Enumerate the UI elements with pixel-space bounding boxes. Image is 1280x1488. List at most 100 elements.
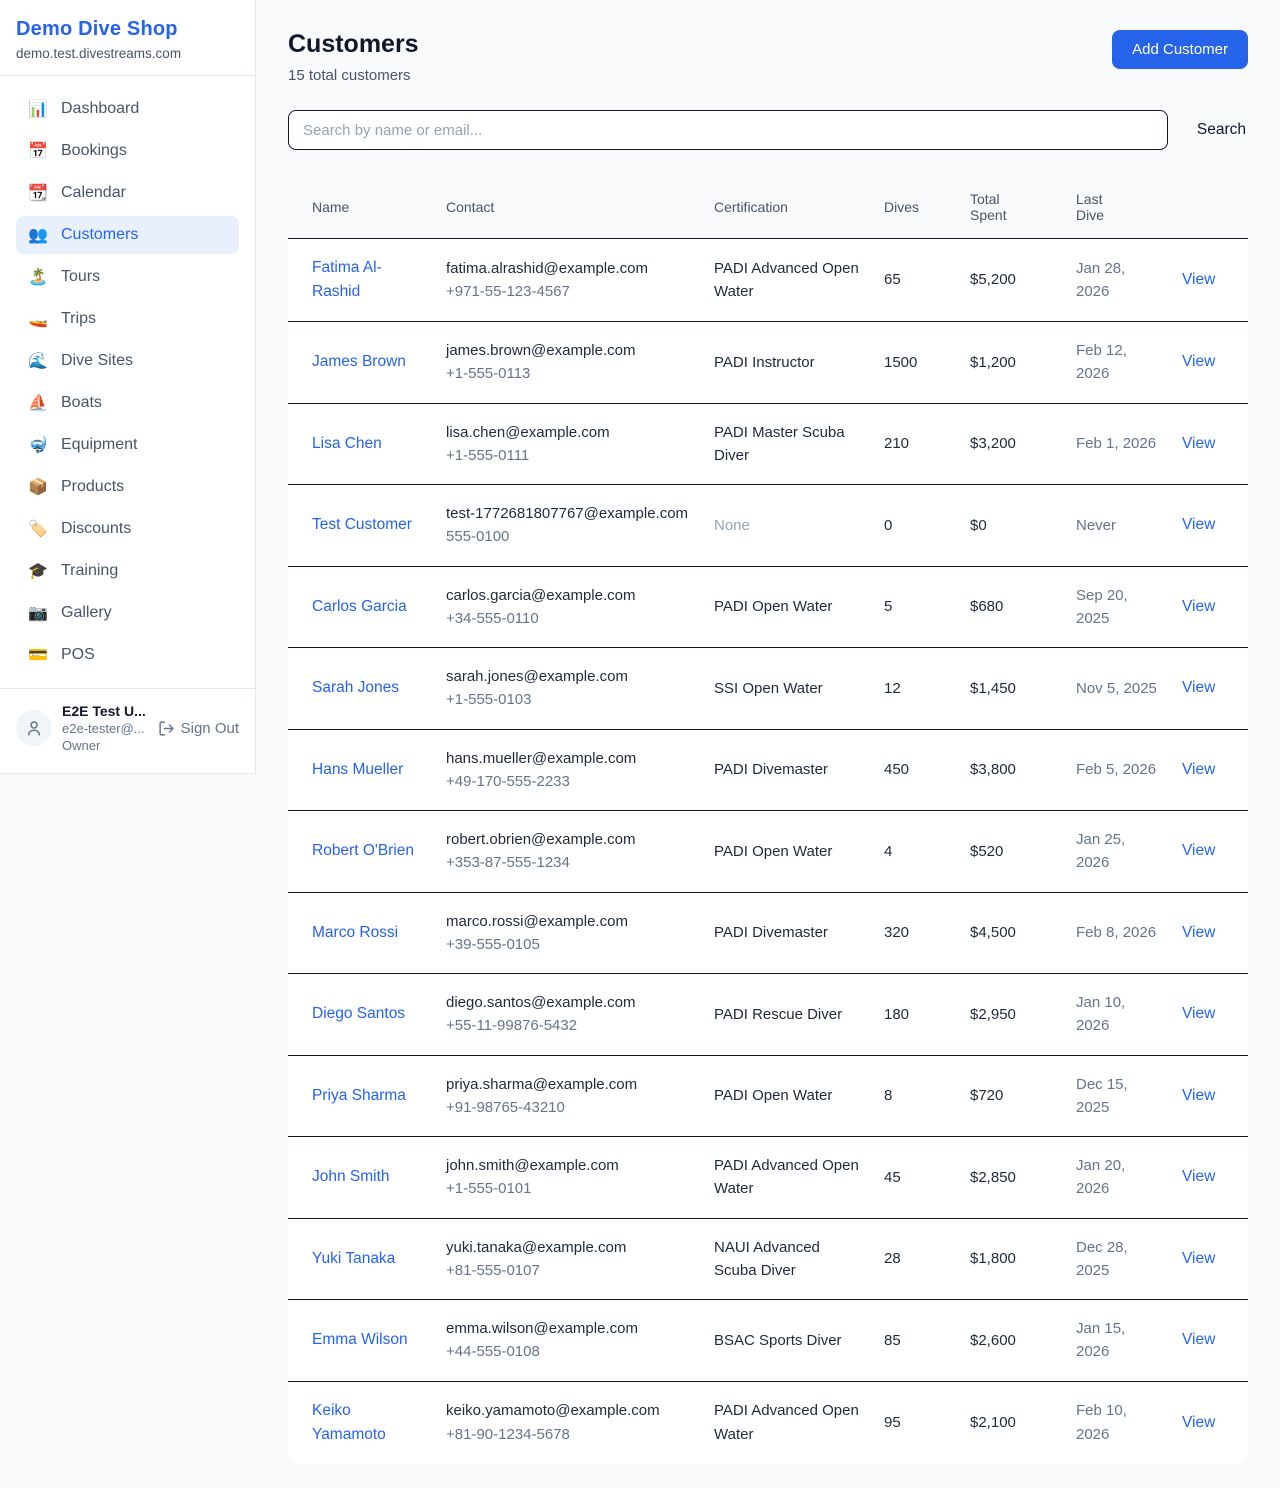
sidebar-item-calendar[interactable]: 📆 Calendar: [16, 174, 239, 212]
sidebar-item-bookings[interactable]: 📅 Bookings: [16, 132, 239, 170]
view-customer-link[interactable]: View: [1182, 516, 1215, 533]
customer-name-link[interactable]: Fatima Al-Rashid: [312, 259, 382, 300]
customer-name-link[interactable]: Yuki Tanaka: [312, 1250, 395, 1267]
customer-email: carlos.garcia@example.com: [446, 584, 690, 607]
sailboat-icon: ⛵: [28, 393, 48, 413]
customer-email: john.smith@example.com: [446, 1154, 690, 1177]
view-customer-link[interactable]: View: [1182, 1168, 1215, 1185]
customer-certification: PADI Instructor: [714, 354, 815, 371]
customer-name-link[interactable]: John Smith: [312, 1168, 390, 1185]
sidebar-item-label: Tours: [61, 268, 100, 286]
view-customer-link[interactable]: View: [1182, 1005, 1215, 1022]
page-title: Customers: [288, 30, 419, 59]
view-customer-link[interactable]: View: [1182, 1087, 1215, 1104]
sidebar-user: E2E Test U... e2e-tester@... Owner Sign …: [0, 688, 255, 773]
sidebar-item-customers[interactable]: 👥 Customers: [16, 216, 239, 254]
search-button[interactable]: Search: [1195, 115, 1248, 145]
view-customer-link[interactable]: View: [1182, 842, 1215, 859]
customer-last-dive: Dec 28, 2025: [1076, 1239, 1128, 1279]
view-customer-link[interactable]: View: [1182, 271, 1215, 288]
tag-icon: 🏷️: [28, 519, 48, 539]
customer-total-spent: $3,200: [970, 435, 1016, 452]
table-row: Lisa Chen lisa.chen@example.com+1-555-01…: [288, 403, 1248, 485]
view-customer-link[interactable]: View: [1182, 1250, 1215, 1267]
sidebar-item-label: Trips: [61, 310, 96, 328]
view-customer-link[interactable]: View: [1182, 1331, 1215, 1348]
customer-name-link[interactable]: James Brown: [312, 353, 406, 370]
customer-total-spent: $1,450: [970, 680, 1016, 697]
view-customer-link[interactable]: View: [1182, 598, 1215, 615]
customer-email: robert.obrien@example.com: [446, 828, 690, 851]
view-customer-link[interactable]: View: [1182, 435, 1215, 452]
customer-last-dive: Jan 20, 2026: [1076, 1157, 1125, 1197]
sidebar-item-label: Calendar: [61, 184, 126, 202]
customer-email: fatima.alrashid@example.com: [446, 257, 690, 280]
customer-phone: +81-555-0107: [446, 1259, 690, 1282]
table-row: Priya Sharma priya.sharma@example.com+91…: [288, 1055, 1248, 1137]
sign-out-button[interactable]: Sign Out: [158, 720, 239, 737]
view-customer-link[interactable]: View: [1182, 761, 1215, 778]
sidebar-item-products[interactable]: 📦 Products: [16, 468, 239, 506]
view-customer-link[interactable]: View: [1182, 679, 1215, 696]
sidebar-item-label: Equipment: [61, 436, 138, 454]
sidebar-item-trips[interactable]: 🚤 Trips: [16, 300, 239, 338]
table-row: John Smith john.smith@example.com+1-555-…: [288, 1137, 1248, 1219]
customer-count: 15 total customers: [288, 67, 419, 84]
sidebar-item-equipment[interactable]: 🤿 Equipment: [16, 426, 239, 464]
sign-out-icon: [158, 720, 175, 737]
customer-phone: +49-170-555-2233: [446, 770, 690, 793]
customer-name-link[interactable]: Sarah Jones: [312, 679, 399, 696]
customer-certification: PADI Divemaster: [714, 924, 828, 941]
sidebar-item-gallery[interactable]: 📷 Gallery: [16, 594, 239, 632]
sidebar-item-dive-sites[interactable]: 🌊 Dive Sites: [16, 342, 239, 380]
customer-name-link[interactable]: Lisa Chen: [312, 435, 382, 452]
customer-email: diego.santos@example.com: [446, 991, 690, 1014]
customer-total-spent: $520: [970, 843, 1003, 860]
view-customer-link[interactable]: View: [1182, 353, 1215, 370]
customer-name-link[interactable]: Hans Mueller: [312, 761, 403, 778]
sidebar-item-training[interactable]: 🎓 Training: [16, 552, 239, 590]
customer-total-spent: $3,800: [970, 761, 1016, 778]
person-icon: [25, 719, 43, 737]
customer-dives: 180: [884, 1006, 909, 1023]
customer-phone: +1-555-0111: [446, 444, 690, 467]
customer-name-link[interactable]: Robert O'Brien: [312, 842, 414, 859]
sidebar-item-label: Products: [61, 478, 124, 496]
sidebar-item-label: Customers: [61, 226, 138, 244]
sidebar-item-tours[interactable]: 🏝️ Tours: [16, 258, 239, 296]
customer-last-dive: Nov 5, 2025: [1076, 680, 1157, 697]
brand: Demo Dive Shop demo.test.divestreams.com: [0, 0, 255, 76]
view-customer-link[interactable]: View: [1182, 1414, 1215, 1431]
avatar: [16, 710, 52, 746]
customer-total-spent: $2,600: [970, 1332, 1016, 1349]
customer-certification: PADI Master Scuba Diver: [714, 424, 845, 464]
shop-subdomain: demo.test.divestreams.com: [16, 46, 239, 61]
customer-name-link[interactable]: Carlos Garcia: [312, 598, 407, 615]
sidebar-item-dashboard[interactable]: 📊 Dashboard: [16, 90, 239, 128]
sidebar-item-boats[interactable]: ⛵ Boats: [16, 384, 239, 422]
customer-name-link[interactable]: Test Customer: [312, 516, 412, 533]
customer-last-dive: Jan 25, 2026: [1076, 831, 1125, 871]
customer-name-link[interactable]: Diego Santos: [312, 1005, 405, 1022]
customer-name-link[interactable]: Emma Wilson: [312, 1331, 408, 1348]
customer-email: lisa.chen@example.com: [446, 421, 690, 444]
sidebar-item-discounts[interactable]: 🏷️ Discounts: [16, 510, 239, 548]
wave-icon: 🌊: [28, 351, 48, 371]
customer-dives: 85: [884, 1332, 901, 1349]
shop-name: Demo Dive Shop: [16, 18, 239, 41]
customer-name-link[interactable]: Marco Rossi: [312, 924, 398, 941]
customer-total-spent: $2,100: [970, 1414, 1016, 1431]
table-body: Fatima Al-Rashid fatima.alrashid@example…: [288, 239, 1248, 1464]
sign-out-label: Sign Out: [181, 720, 239, 737]
camera-icon: 📷: [28, 603, 48, 623]
customer-name-link[interactable]: Priya Sharma: [312, 1087, 406, 1104]
customer-name-link[interactable]: Keiko Yamamoto: [312, 1402, 386, 1443]
sidebar-item-pos[interactable]: 💳 POS: [16, 636, 239, 674]
customer-dives: 320: [884, 924, 909, 941]
add-customer-button[interactable]: Add Customer: [1112, 30, 1248, 69]
search-input[interactable]: [288, 110, 1168, 150]
view-customer-link[interactable]: View: [1182, 924, 1215, 941]
customer-email: sarah.jones@example.com: [446, 665, 690, 688]
user-name: E2E Test U...: [62, 703, 148, 719]
user-role: Owner: [62, 738, 148, 753]
